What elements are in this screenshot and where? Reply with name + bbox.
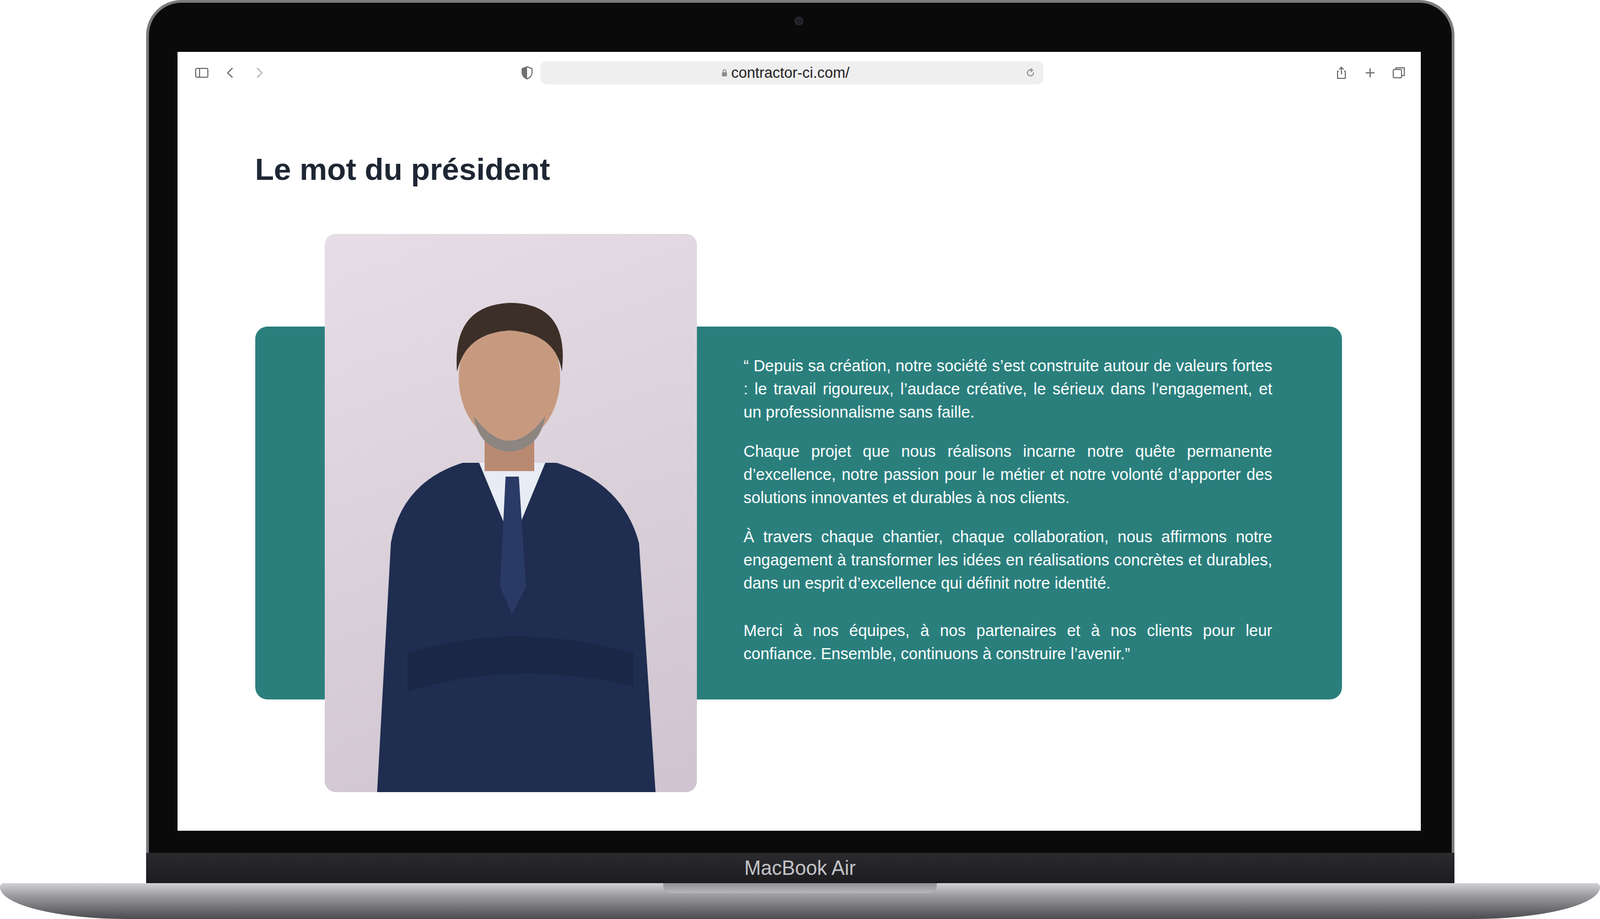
president-section: “ Depuis sa création, notre société s’es… [255,233,1342,792]
laptop-base [0,882,1600,919]
lock-icon [721,68,728,78]
browser-toolbar: contractor-ci.com/ [177,51,1421,94]
lid-notch [663,882,937,893]
sidebar-icon[interactable] [194,65,210,81]
laptop-lid: contractor-ci.com/ Le mot du président “… [146,0,1455,853]
quote-paragraph: À travers chaque chantier, chaque collab… [743,524,1273,595]
tabs-overview-icon[interactable] [1391,65,1407,81]
camera-bar [177,2,1421,52]
new-tab-icon[interactable] [1362,65,1378,81]
president-photo [324,233,697,792]
address-bar[interactable]: contractor-ci.com/ [540,61,1044,85]
camera-icon [794,16,804,26]
browser-actions [1333,65,1407,81]
share-icon[interactable] [1333,65,1350,81]
quote-paragraph: Chaque projet que nous réalisons incarne… [743,439,1273,509]
nav-buttons [194,65,520,81]
url-text: contractor-ci.com/ [731,64,850,82]
privacy-shield-icon[interactable] [519,65,535,81]
page-content: Le mot du président “ Depuis sa création… [177,93,1421,831]
device-label: MacBook Air [744,856,856,880]
reload-icon[interactable] [1024,66,1037,79]
section-heading: Le mot du président [255,150,1421,188]
browser-window: contractor-ci.com/ Le mot du président “… [177,51,1421,831]
laptop-chin: MacBook Air [146,852,1455,883]
quote-paragraph: Merci à nos équipes, à nos partenaires e… [743,618,1273,665]
forward-icon[interactable] [251,65,267,81]
laptop-mockup: contractor-ci.com/ Le mot du président “… [0,0,1600,919]
quote-paragraph: “ Depuis sa création, notre société s’es… [743,353,1273,424]
back-icon[interactable] [222,65,239,81]
portrait-figure-icon [324,233,697,792]
